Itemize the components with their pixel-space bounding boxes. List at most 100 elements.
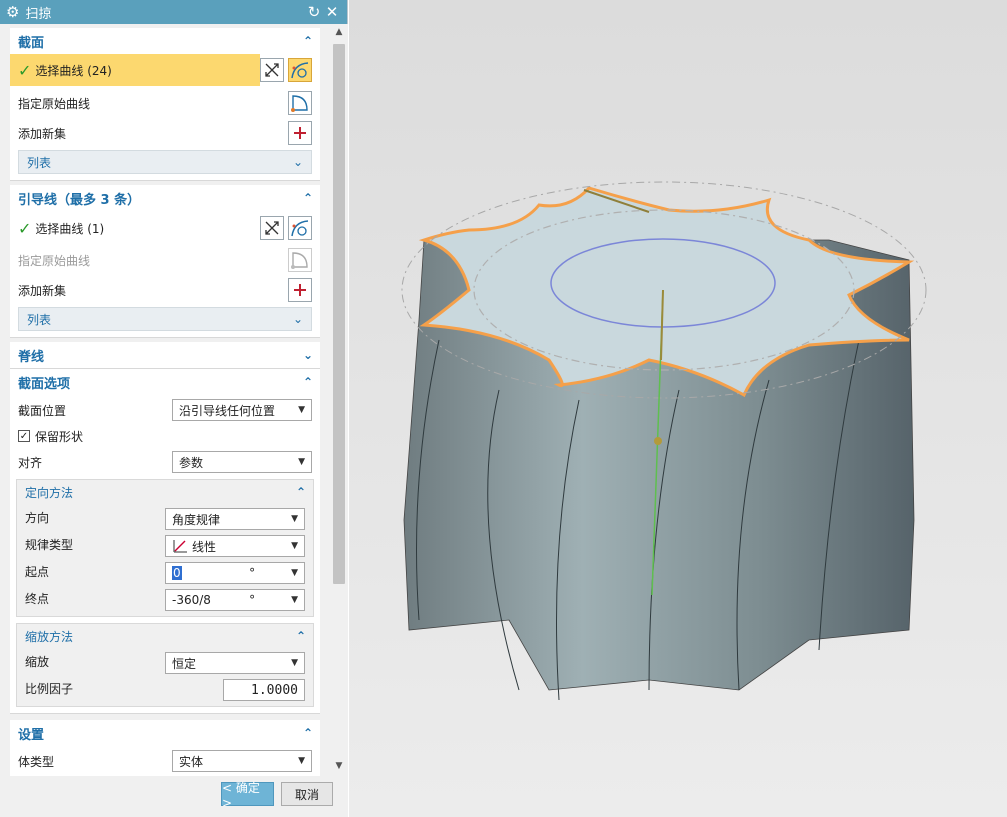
end-input[interactable]: -360/8 ° ▼	[165, 589, 305, 611]
settings-group: 设置 ⌃ 体类型 实体 ▼	[10, 720, 320, 776]
chevron-up-icon[interactable]: ⌃	[293, 485, 309, 499]
end-unit: °	[249, 593, 256, 607]
select-curve-field[interactable]: ✓ 选择曲线 (24)	[10, 54, 260, 86]
law-type-select[interactable]: 线性 ▼	[165, 535, 305, 557]
guide-add-new-set-label: 添加新集	[18, 283, 67, 298]
select-curve-label: 选择曲线 (24)	[35, 63, 112, 78]
dialog-title: 扫掠	[25, 6, 52, 22]
guide-list-toggle[interactable]: 列表 ⌄	[18, 307, 312, 331]
dropdown-arrow-icon: ▼	[291, 541, 298, 551]
swap-icon[interactable]	[260, 58, 284, 82]
section-header[interactable]: 截面 ⌃	[10, 28, 320, 54]
add-new-set-row: 添加新集	[10, 118, 320, 148]
dropdown-arrow-icon: ▼	[291, 514, 298, 524]
chevron-up-icon[interactable]: ⌃	[293, 629, 309, 643]
section-title: 截面	[18, 35, 45, 51]
settings-title: 设置	[18, 727, 45, 743]
align-row: 对齐 参数 ▼	[10, 447, 320, 477]
scale-row: 缩放 恒定 ▼	[17, 648, 313, 675]
section-options-title: 截面选项	[18, 376, 71, 392]
align-select[interactable]: 参数 ▼	[172, 451, 312, 473]
guide-specify-origin-label: 指定原始曲线	[18, 253, 91, 268]
factor-value: 1.0000	[251, 682, 298, 698]
scroll-up-icon[interactable]: ▲	[330, 24, 348, 40]
align-value: 参数	[179, 455, 204, 470]
curve-select-icon[interactable]	[288, 58, 312, 82]
guide-list-label: 列表	[27, 312, 52, 327]
law-linear-icon	[173, 540, 187, 553]
spine-header[interactable]: 脊线 ⌄	[10, 342, 320, 368]
guide-select-curve-row[interactable]: ✓ 选择曲线 (1)	[10, 211, 320, 245]
dropdown-arrow-icon: ▼	[298, 756, 305, 766]
check-icon: ✓	[18, 60, 32, 80]
add-new-set-label: 添加新集	[18, 126, 67, 141]
chevron-up-icon[interactable]: ⌃	[300, 34, 316, 48]
chevron-up-icon[interactable]: ⌃	[300, 726, 316, 740]
chevron-down-icon: ⌄	[292, 312, 303, 326]
direction-value: 角度规律	[172, 512, 221, 527]
preserve-shape-checkbox[interactable]: ✓	[18, 430, 30, 442]
dropdown-arrow-icon: ▼	[291, 658, 298, 668]
ok-button[interactable]: < 确定 >	[221, 781, 274, 810]
section-group: 截面 ⌃ ✓ 选择曲线 (24) 指定原始曲线 添加新集 列表 ⌄	[10, 28, 320, 181]
swap-icon[interactable]	[260, 216, 284, 240]
graphics-viewport[interactable]	[349, 0, 1007, 817]
guide-header[interactable]: 引导线（最多 3 条） ⌃	[10, 185, 320, 211]
dropdown-arrow-icon: ▼	[298, 405, 305, 415]
position-row: 截面位置 沿引导线任何位置 ▼	[10, 395, 320, 425]
swept-gear-model[interactable]	[349, 0, 1007, 817]
specify-origin-label: 指定原始曲线	[18, 96, 91, 111]
check-icon: ✓	[18, 218, 32, 238]
orientation-header[interactable]: 定向方法 ⌃	[17, 480, 313, 504]
start-row: 起点 0 ° ▼	[17, 558, 313, 585]
select-curve-row: ✓ 选择曲线 (24)	[10, 54, 320, 88]
section-options-header[interactable]: 截面选项 ⌃	[10, 369, 320, 395]
origin-curve-icon[interactable]	[288, 91, 312, 115]
dialog-scrollbar[interactable]: ▲ ▼	[330, 24, 348, 776]
specify-origin-row: 指定原始曲线	[10, 88, 320, 118]
dropdown-arrow-icon: ▼	[291, 595, 298, 605]
orientation-title: 定向方法	[25, 485, 74, 500]
body-type-row: 体类型 实体 ▼	[10, 746, 320, 776]
add-set-icon[interactable]	[288, 278, 312, 302]
guide-specify-origin-row: 指定原始曲线	[10, 245, 320, 275]
chevron-down-icon[interactable]: ⌄	[300, 348, 316, 362]
chevron-up-icon[interactable]: ⌃	[300, 191, 316, 205]
body-type-value: 实体	[179, 754, 204, 769]
guide-add-new-set-row: 添加新集	[10, 275, 320, 305]
scale-select[interactable]: 恒定 ▼	[165, 652, 305, 674]
law-type-value: 线性	[192, 539, 217, 554]
curve-select-icon[interactable]	[288, 216, 312, 240]
orientation-subsection: 定向方法 ⌃ 方向 角度规律 ▼ 规律类型 线性 ▼ 起点 0 ° ▼ 终点 -…	[16, 479, 314, 617]
dialog-content: 截面 ⌃ ✓ 选择曲线 (24) 指定原始曲线 添加新集 列表 ⌄ 引导线（最多…	[0, 24, 330, 776]
start-value: 0	[172, 566, 182, 580]
guide-title: 引导线（最多 3 条）	[18, 192, 141, 208]
position-value: 沿引导线任何位置	[179, 403, 276, 418]
law-type-row: 规律类型 线性 ▼	[17, 531, 313, 558]
sweep-dialog: ⚙ 扫掠 ↻ ✕ 截面 ⌃ ✓ 选择曲线 (24) 指定原始曲线 添加新集 列表…	[0, 0, 348, 817]
factor-input[interactable]: 1.0000	[223, 679, 305, 701]
add-set-icon[interactable]	[288, 121, 312, 145]
settings-header[interactable]: 设置 ⌃	[10, 720, 320, 746]
dialog-footer: < 确定 > 取消	[0, 776, 348, 817]
start-input[interactable]: 0 ° ▼	[165, 562, 305, 584]
dropdown-arrow-icon: ▼	[298, 457, 305, 467]
body-type-select[interactable]: 实体 ▼	[172, 750, 312, 772]
chevron-up-icon[interactable]: ⌃	[300, 375, 316, 389]
direction-select[interactable]: 角度规律 ▼	[165, 508, 305, 530]
scaling-header[interactable]: 缩放方法 ⌃	[17, 624, 313, 648]
close-icon[interactable]: ✕	[323, 3, 341, 21]
guide-group: 引导线（最多 3 条） ⌃ ✓ 选择曲线 (1) 指定原始曲线 添加新集 列表 …	[10, 185, 320, 338]
scale-value: 恒定	[172, 656, 197, 671]
scrollbar-thumb[interactable]	[333, 44, 345, 584]
preserve-shape-row[interactable]: ✓ 保留形状	[10, 425, 320, 447]
gear-icon[interactable]: ⚙	[6, 3, 19, 21]
reset-icon[interactable]: ↻	[305, 3, 323, 21]
end-row: 终点 -360/8 ° ▼	[17, 585, 313, 612]
list-toggle[interactable]: 列表 ⌄	[18, 150, 312, 174]
origin-curve-icon	[288, 248, 312, 272]
position-select[interactable]: 沿引导线任何位置 ▼	[172, 399, 312, 421]
section-options-group: 截面选项 ⌃ 截面位置 沿引导线任何位置 ▼ ✓ 保留形状 对齐 参数 ▼ 定向…	[10, 369, 320, 714]
scroll-down-icon[interactable]: ▼	[330, 758, 348, 774]
cancel-button[interactable]: 取消	[281, 782, 333, 806]
